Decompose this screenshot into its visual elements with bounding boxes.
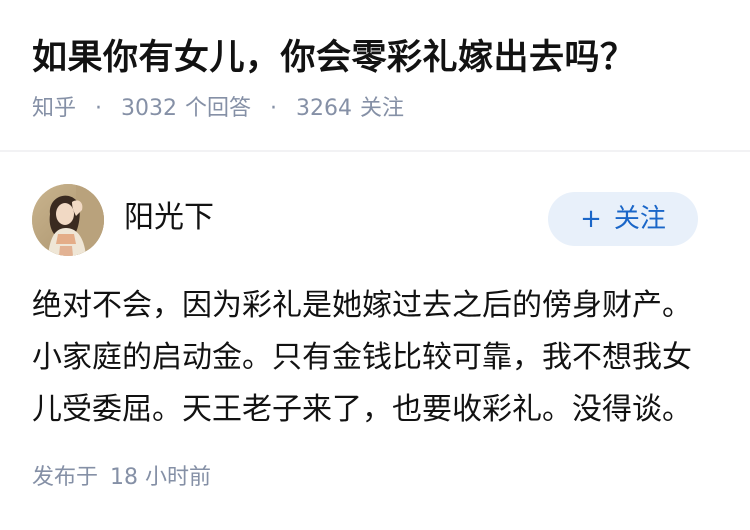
published-label: 发布于 — [32, 465, 99, 490]
answer-count-link[interactable]: 3032 个回答 — [121, 96, 258, 121]
author-name[interactable]: 阳光下 — [124, 198, 214, 238]
plus-icon: + — [580, 204, 602, 234]
section-divider — [0, 150, 750, 152]
author-row: 阳光下 + 关注 — [0, 182, 750, 258]
answer-footer: 发布于 18 小时前 — [32, 462, 211, 494]
question-meta: 知乎 · 3032 个回答 · 3264 关注 — [32, 94, 404, 124]
answer-count-label: 个回答 — [185, 96, 252, 121]
answer-count: 3032 — [121, 96, 178, 121]
published-time: 18 小时前 — [110, 465, 212, 490]
user-avatar-photo-icon — [32, 184, 104, 256]
avatar[interactable] — [32, 184, 104, 256]
follower-count: 3264 — [296, 96, 353, 121]
follow-button[interactable]: + 关注 — [548, 192, 698, 246]
answer-line: 儿受委屈。天王老子来了，也要收彩礼。没得谈。 — [32, 392, 692, 427]
follower-count-link[interactable]: 3264 关注 — [296, 96, 404, 121]
follow-button-label: 关注 — [613, 204, 666, 234]
answer-content[interactable]: 绝对不会，因为彩礼是她嫁过去之后的傍身财产。 小家庭的启动金。只有金钱比较可靠，… — [32, 280, 722, 436]
answer-line: 绝对不会，因为彩礼是她嫁过去之后的傍身财产。 — [32, 288, 692, 323]
meta-separator: · — [95, 96, 103, 121]
meta-separator: · — [270, 96, 278, 121]
source-label[interactable]: 知乎 — [32, 96, 76, 121]
question-header: 如果你有女儿，你会零彩礼嫁出去吗？ 知乎 · 3032 个回答 · 3264 关注 — [0, 0, 750, 150]
answer-line: 小家庭的启动金。只有金钱比较可靠，我不想我女 — [32, 340, 692, 375]
question-title[interactable]: 如果你有女儿，你会零彩礼嫁出去吗？ — [32, 36, 636, 80]
follower-count-label: 关注 — [360, 96, 405, 121]
